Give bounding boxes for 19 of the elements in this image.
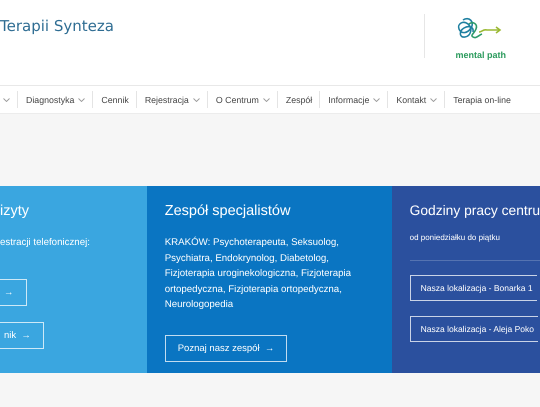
panel-text: od poniedziałku do piątku (410, 230, 540, 260)
nav-item[interactable]: Cennik (92, 91, 136, 108)
panel-text: estracji telefonicznej: (0, 236, 91, 250)
link-button[interactable]: Nasza lokalizacja - Aleja Poko (410, 316, 538, 342)
nav-item[interactable]: Informacje (319, 91, 388, 108)
nav-item[interactable]: Zespół (276, 91, 320, 108)
nav-item[interactable]: Kontakt (387, 91, 444, 108)
link-button[interactable]: Nasza lokalizacja - Bonarka 1 (410, 274, 537, 300)
link-button[interactable]: Poznaj nasz zespół → (164, 334, 288, 362)
nav-item[interactable]: Diagnostyka (17, 91, 92, 108)
panel-text: KRAKÓW: Psychoterapeuta, Seksuolog, Psychiatra, Endokrynolog, Diabetolog, Fizjoterapia uroginekologiczna, Fizjoterapia ortopedyczna, Fizjoterapia ortopedyczna, Neurologopedia (164, 236, 352, 312)
logo[interactable]: mental path (455, 14, 506, 72)
nav-item[interactable]: O Centrum (206, 91, 277, 108)
panel-heading: izyty (0, 203, 30, 219)
site-title[interactable]: Terapii Synteza (0, 17, 114, 35)
nav-item[interactable]: Rejestracja (136, 91, 207, 108)
panel-heading: Godziny pracy centru (410, 203, 540, 218)
nav-item[interactable]: Terapia on-line (444, 91, 518, 108)
panel-heading: Zespół specjalistów (164, 203, 292, 219)
